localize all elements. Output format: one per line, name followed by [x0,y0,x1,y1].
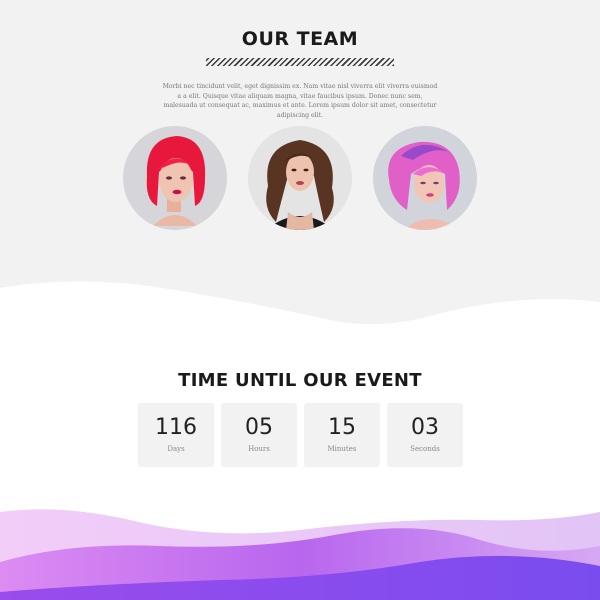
team-member-photo-1 [123,126,227,230]
countdown-seconds-label: Seconds [410,445,440,453]
countdown-minutes: 15 Minutes [304,403,380,467]
footer-wave [0,509,600,600]
team-member-photo-3 [373,126,477,230]
countdown-seconds-value: 03 [411,415,439,440]
countdown-days-label: Days [167,445,185,453]
countdown-hours: 05 Hours [221,403,297,467]
countdown-minutes-label: Minutes [327,445,357,453]
section-wave-divider [0,281,600,340]
team-member-photo-2 [248,126,352,230]
team-title: OUR TEAM [241,28,359,50]
event-title: TIME UNTIL OUR EVENT [178,370,422,391]
team-description: Morbi nec tincidunt velit, eget dignissi… [162,83,438,119]
countdown-minutes-value: 15 [328,415,356,440]
countdown-hours-label: Hours [248,445,270,453]
countdown-hours-value: 05 [245,415,273,440]
countdown-days-value: 116 [155,415,197,440]
title-divider [206,58,394,66]
countdown-seconds: 03 Seconds [387,403,463,467]
countdown-days: 116 Days [138,403,214,467]
